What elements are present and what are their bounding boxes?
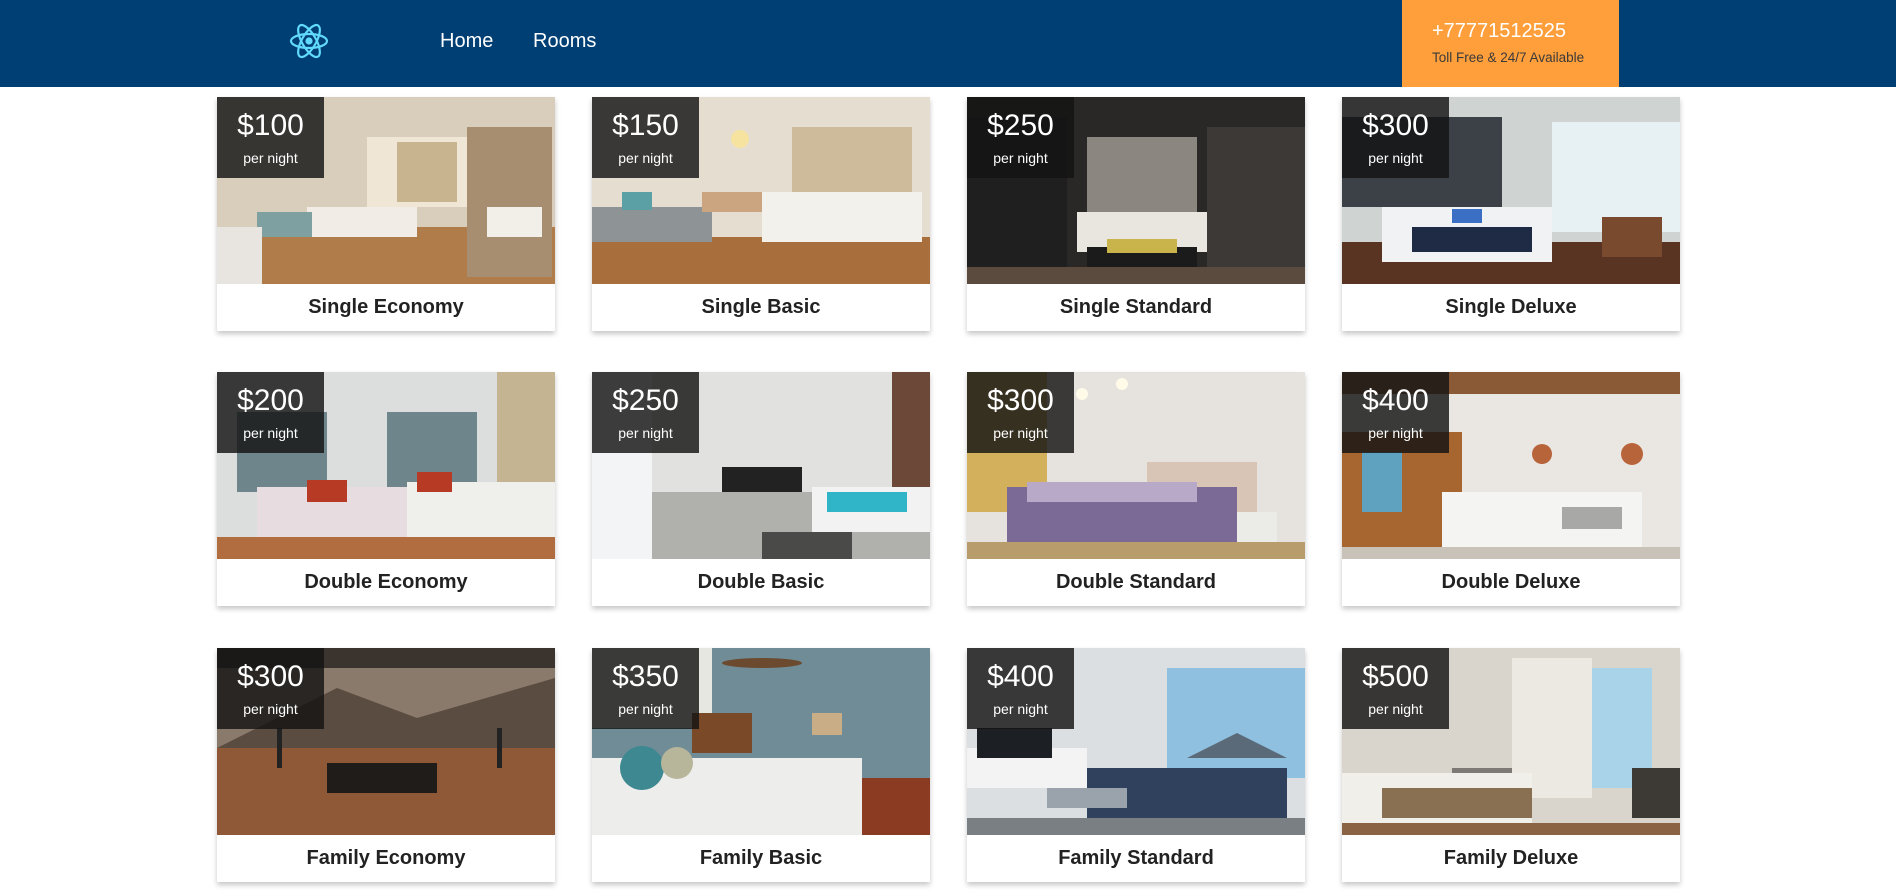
room-name[interactable]: Family Standard: [967, 835, 1305, 882]
price-badge: $350 per night: [592, 648, 699, 729]
price-badge: $150 per night: [592, 97, 699, 178]
price-unit: per night: [243, 150, 298, 166]
room-card[interactable]: $500 per night Family Deluxe: [1342, 648, 1680, 882]
price-value: $350: [612, 660, 679, 693]
price-unit: per night: [618, 425, 673, 441]
price-badge: $300 per night: [217, 648, 324, 729]
price-unit: per night: [618, 701, 673, 717]
price-value: $150: [612, 109, 679, 142]
room-card[interactable]: $150 per night Single Basic: [592, 97, 930, 331]
room-name[interactable]: Double Basic: [592, 559, 930, 606]
room-name[interactable]: Single Deluxe: [1342, 284, 1680, 331]
price-unit: per night: [618, 150, 673, 166]
rooms-grid: $100 per night Single Economy $150 per n…: [0, 0, 1896, 896]
price-badge: $400 per night: [1342, 372, 1449, 453]
price-badge: $250 per night: [592, 372, 699, 453]
price-unit: per night: [993, 425, 1048, 441]
room-name[interactable]: Single Standard: [967, 284, 1305, 331]
price-unit: per night: [1368, 701, 1423, 717]
price-value: $300: [987, 384, 1054, 417]
room-name[interactable]: Family Economy: [217, 835, 555, 882]
room-card[interactable]: $250 per night Double Basic: [592, 372, 930, 606]
price-value: $100: [237, 109, 304, 142]
price-badge: $400 per night: [967, 648, 1074, 729]
room-card[interactable]: $300 per night Single Deluxe: [1342, 97, 1680, 331]
price-value: $500: [1362, 660, 1429, 693]
price-unit: per night: [1368, 425, 1423, 441]
room-name[interactable]: Family Basic: [592, 835, 930, 882]
price-badge: $300 per night: [1342, 97, 1449, 178]
price-badge: $500 per night: [1342, 648, 1449, 729]
room-card[interactable]: $300 per night Family Economy: [217, 648, 555, 882]
room-name[interactable]: Double Economy: [217, 559, 555, 606]
room-card[interactable]: $300 per night Double Standard: [967, 372, 1305, 606]
room-name[interactable]: Double Standard: [967, 559, 1305, 606]
price-unit: per night: [993, 150, 1048, 166]
price-value: $250: [612, 384, 679, 417]
room-card[interactable]: $200 per night Double Economy: [217, 372, 555, 606]
price-value: $300: [1362, 109, 1429, 142]
price-unit: per night: [243, 425, 298, 441]
room-card[interactable]: $350 per night Family Basic: [592, 648, 930, 882]
room-name[interactable]: Family Deluxe: [1342, 835, 1680, 882]
price-value: $200: [237, 384, 304, 417]
room-name[interactable]: Double Deluxe: [1342, 559, 1680, 606]
room-card[interactable]: $400 per night Family Standard: [967, 648, 1305, 882]
price-value: $250: [987, 109, 1054, 142]
price-unit: per night: [243, 701, 298, 717]
price-badge: $100 per night: [217, 97, 324, 178]
price-unit: per night: [993, 701, 1048, 717]
room-card[interactable]: $100 per night Single Economy: [217, 97, 555, 331]
price-unit: per night: [1368, 150, 1423, 166]
room-name[interactable]: Single Basic: [592, 284, 930, 331]
price-badge: $300 per night: [967, 372, 1074, 453]
price-value: $400: [1362, 384, 1429, 417]
price-badge: $200 per night: [217, 372, 324, 453]
price-badge: $250 per night: [967, 97, 1074, 178]
room-card[interactable]: $250 per night Single Standard: [967, 97, 1305, 331]
price-value: $300: [237, 660, 304, 693]
price-value: $400: [987, 660, 1054, 693]
room-name[interactable]: Single Economy: [217, 284, 555, 331]
room-card[interactable]: $400 per night Double Deluxe: [1342, 372, 1680, 606]
